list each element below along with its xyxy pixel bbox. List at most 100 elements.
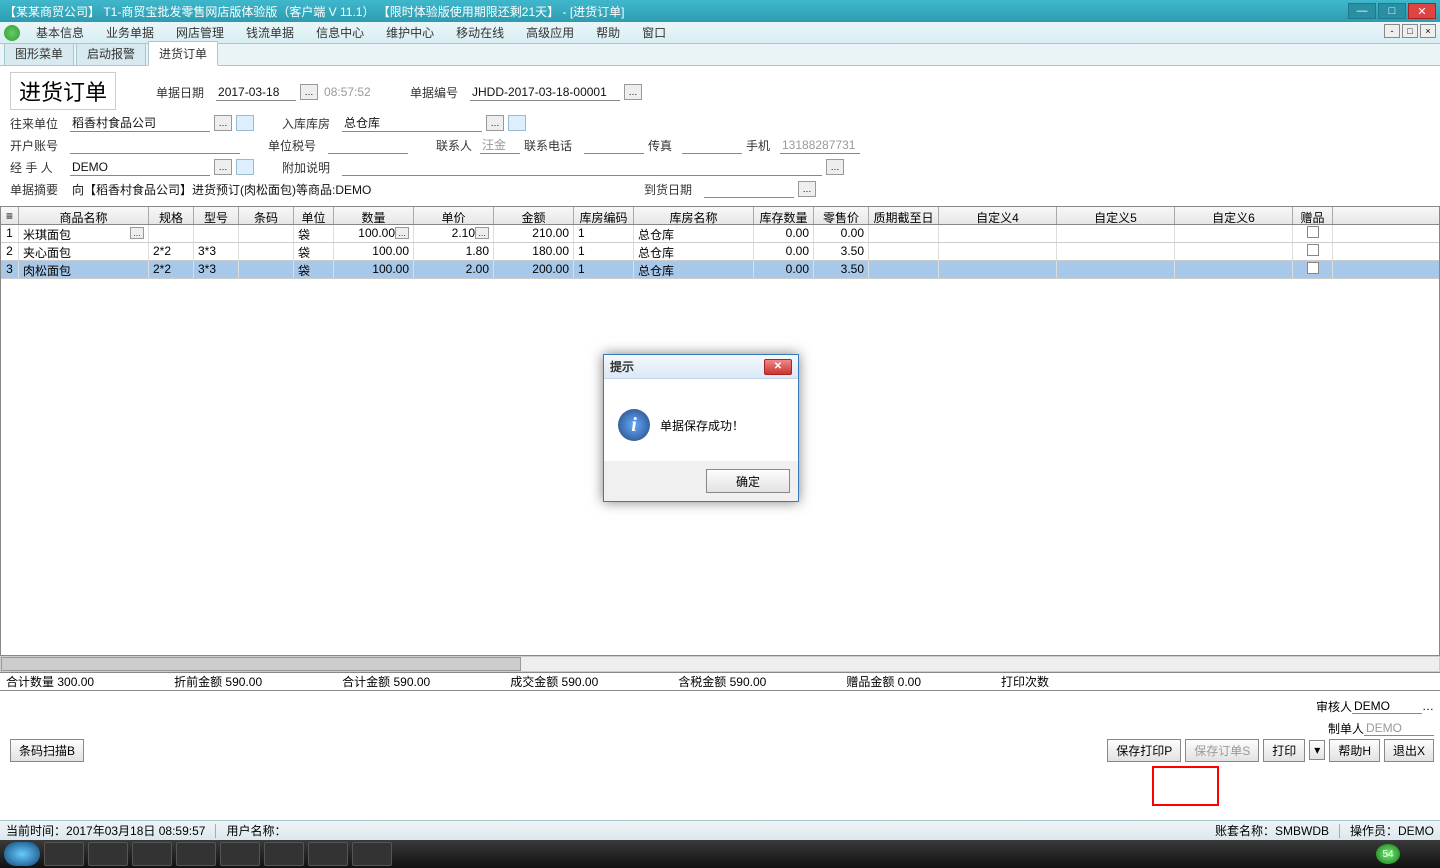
save-print-button[interactable]: 保存打印P (1107, 739, 1181, 762)
gh-amount[interactable]: 金额 (494, 207, 574, 224)
gh-c6[interactable]: 自定义6 (1175, 207, 1293, 224)
scrollbar-thumb[interactable] (1, 657, 521, 671)
mdi-restore[interactable]: □ (1402, 24, 1418, 38)
gh-stock[interactable]: 库存数量 (754, 207, 814, 224)
vendor-field[interactable]: 稻香村食品公司 (70, 114, 210, 132)
warehouse-card-icon[interactable] (508, 115, 526, 131)
exit-button[interactable]: 退出X (1384, 739, 1434, 762)
taskbar-item[interactable] (352, 842, 392, 866)
mdi-minimize[interactable]: - (1384, 24, 1400, 38)
dialog-close-button[interactable]: ✕ (764, 359, 792, 375)
warehouse-field[interactable]: 总仓库 (342, 114, 482, 132)
warehouse-label: 入库库房 (282, 115, 338, 132)
table-row[interactable]: 1米琪面包…袋100.00…2.10…210.001总仓库0.000.00 (1, 225, 1439, 243)
vendor-lookup-button[interactable]: … (214, 115, 232, 131)
total-print: 打印次数 (1001, 673, 1049, 690)
menu-info[interactable]: 信息中心 (306, 22, 374, 43)
total-sum: 合计金额 590.00 (342, 673, 430, 690)
window-buttons: — □ ✕ (1348, 3, 1436, 19)
menu-window[interactable]: 窗口 (632, 22, 676, 43)
taxno-field[interactable] (328, 136, 408, 154)
status-bar: 当前时间：2017年03月18日 08:59:57 用户名称： 账套名称：SMB… (0, 820, 1440, 840)
taskbar-item[interactable] (176, 842, 216, 866)
gh-barcode[interactable]: 条码 (239, 207, 294, 224)
vendor-label: 往来单位 (10, 115, 66, 132)
tab-graphic-menu[interactable]: 图形菜单 (4, 41, 74, 65)
docno-field[interactable]: JHDD-2017-03-18-00001 (470, 83, 620, 101)
gh-expiry[interactable]: 质期截至日 (869, 207, 939, 224)
tel-field[interactable] (584, 136, 644, 154)
handler-field[interactable]: DEMO (70, 158, 210, 176)
gh-unit[interactable]: 单位 (294, 207, 334, 224)
account-field[interactable] (70, 136, 240, 154)
mdi-close[interactable]: × (1420, 24, 1436, 38)
gh-model[interactable]: 型号 (194, 207, 239, 224)
handler-card-icon[interactable] (236, 159, 254, 175)
save-order-button[interactable]: 保存订单S (1185, 739, 1259, 762)
close-button[interactable]: ✕ (1408, 3, 1436, 19)
grid-hscrollbar[interactable] (0, 656, 1440, 672)
help-button[interactable]: 帮助H (1329, 739, 1380, 762)
barcode-scan-button[interactable]: 条码扫描B (10, 739, 84, 762)
auditor-lookup-button[interactable]: … (1422, 699, 1434, 713)
table-row[interactable]: 2夹心面包2*23*3袋100.001.80180.001总仓库0.003.50 (1, 243, 1439, 261)
menu-money[interactable]: 钱流单据 (236, 22, 304, 43)
minimize-button[interactable]: — (1348, 3, 1376, 19)
total-deal: 成交金额 590.00 (510, 673, 598, 690)
taskbar-item[interactable] (264, 842, 304, 866)
summary-field[interactable]: 向【稻香村食品公司】进货预订(肉松面包)等商品:DEMO (70, 180, 640, 198)
start-button[interactable] (4, 842, 40, 866)
notification-badge[interactable]: 54 (1376, 844, 1400, 864)
handler-lookup-button[interactable]: … (214, 159, 232, 175)
remark-field[interactable] (342, 158, 822, 176)
menu-shop[interactable]: 网店管理 (166, 22, 234, 43)
vendor-card-icon[interactable] (236, 115, 254, 131)
date-field[interactable]: 2017-03-18 (216, 83, 296, 101)
arrive-picker-button[interactable]: … (798, 181, 816, 197)
tab-purchase-order[interactable]: 进货订单 (148, 41, 218, 66)
taskbar-item[interactable] (220, 842, 260, 866)
arrive-field[interactable] (704, 180, 794, 198)
info-icon: i (618, 409, 650, 441)
menu-advanced[interactable]: 高级应用 (516, 22, 584, 43)
gh-price[interactable]: 单价 (414, 207, 494, 224)
gh-rownum[interactable]: ≡ (1, 207, 19, 224)
date-picker-button[interactable]: … (300, 84, 318, 100)
form-title: 进货订单 (10, 72, 116, 110)
gh-qty[interactable]: 数量 (334, 207, 414, 224)
table-row[interactable]: 3肉松面包2*23*3袋100.002.00200.001总仓库0.003.50 (1, 261, 1439, 279)
gh-whname[interactable]: 库房名称 (634, 207, 754, 224)
gh-c5[interactable]: 自定义5 (1057, 207, 1175, 224)
fax-field[interactable] (682, 136, 742, 154)
dialog-ok-button[interactable]: 确定 (706, 469, 790, 493)
gh-retail[interactable]: 零售价 (814, 207, 869, 224)
taskbar-item[interactable] (308, 842, 348, 866)
dialog-titlebar[interactable]: 提示 ✕ (604, 355, 798, 379)
docno-lookup-button[interactable]: … (624, 84, 642, 100)
dialog-message: 单据保存成功！ (660, 417, 744, 434)
gh-spec[interactable]: 规格 (149, 207, 194, 224)
tab-bar: 图形菜单 启动报警 进货订单 (0, 44, 1440, 66)
maximize-button[interactable]: □ (1378, 3, 1406, 19)
warehouse-lookup-button[interactable]: … (486, 115, 504, 131)
remark-edit-button[interactable]: … (826, 159, 844, 175)
gh-gift[interactable]: 赠品 (1293, 207, 1333, 224)
total-prediscount: 折前金额 590.00 (174, 673, 262, 690)
print-button[interactable]: 打印 (1263, 739, 1305, 762)
taskbar-item[interactable] (44, 842, 84, 866)
summary-label: 单据摘要 (10, 181, 66, 198)
tab-start-alarm[interactable]: 启动报警 (76, 41, 146, 65)
account-label: 开户账号 (10, 137, 66, 154)
taskbar-item[interactable] (132, 842, 172, 866)
menu-business[interactable]: 业务单据 (96, 22, 164, 43)
menu-mobile[interactable]: 移动在线 (446, 22, 514, 43)
auditor-field[interactable]: DEMO (1352, 699, 1422, 714)
menu-help[interactable]: 帮助 (586, 22, 630, 43)
menu-maint[interactable]: 维护中心 (376, 22, 444, 43)
taskbar-item[interactable] (88, 842, 128, 866)
gh-name[interactable]: 商品名称 (19, 207, 149, 224)
gh-whcode[interactable]: 库房编码 (574, 207, 634, 224)
gh-c4[interactable]: 自定义4 (939, 207, 1057, 224)
menu-basic[interactable]: 基本信息 (26, 22, 94, 43)
print-dropdown-button[interactable]: ▾ (1309, 740, 1325, 760)
